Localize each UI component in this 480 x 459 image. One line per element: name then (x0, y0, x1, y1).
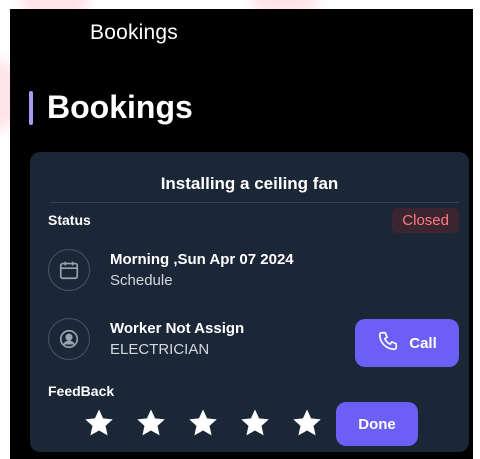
star-icon[interactable] (134, 406, 168, 440)
schedule-date: Morning ,Sun Apr 07 2024 (110, 251, 294, 268)
star-icon[interactable] (238, 406, 272, 440)
worker-role: ELECTRICIAN (110, 341, 210, 358)
title-accent-bar (29, 90, 33, 125)
app-bar-title: Bookings (90, 21, 178, 44)
worker-row: Worker Not Assign ELECTRICIAN (48, 318, 244, 360)
calendar-icon (48, 249, 90, 291)
status-label: Status (48, 212, 91, 228)
call-button[interactable]: Call (355, 319, 459, 367)
app-screen: Bookings Bookings Installing a ceiling f… (10, 9, 473, 459)
page-header: Bookings (29, 89, 193, 126)
status-badge: Closed (392, 208, 459, 233)
schedule-row: Morning ,Sun Apr 07 2024 Schedule (48, 249, 294, 291)
star-icon[interactable] (82, 406, 116, 440)
service-title: Installing a ceiling fan (160, 174, 339, 193)
user-icon (48, 318, 90, 360)
schedule-caption: Schedule (110, 272, 173, 289)
star-icon[interactable] (186, 406, 220, 440)
phone-icon (377, 330, 399, 356)
feedback-label: FeedBack (48, 383, 115, 399)
star-icon[interactable] (290, 406, 324, 440)
rating-stars (82, 406, 324, 440)
done-button[interactable]: Done (336, 402, 418, 446)
page-title: Bookings (47, 89, 193, 125)
booking-card: Installing a ceiling fan Status Closed M… (30, 152, 469, 452)
divider (50, 202, 459, 203)
call-button-label: Call (409, 334, 437, 352)
worker-name: Worker Not Assign (110, 320, 245, 337)
